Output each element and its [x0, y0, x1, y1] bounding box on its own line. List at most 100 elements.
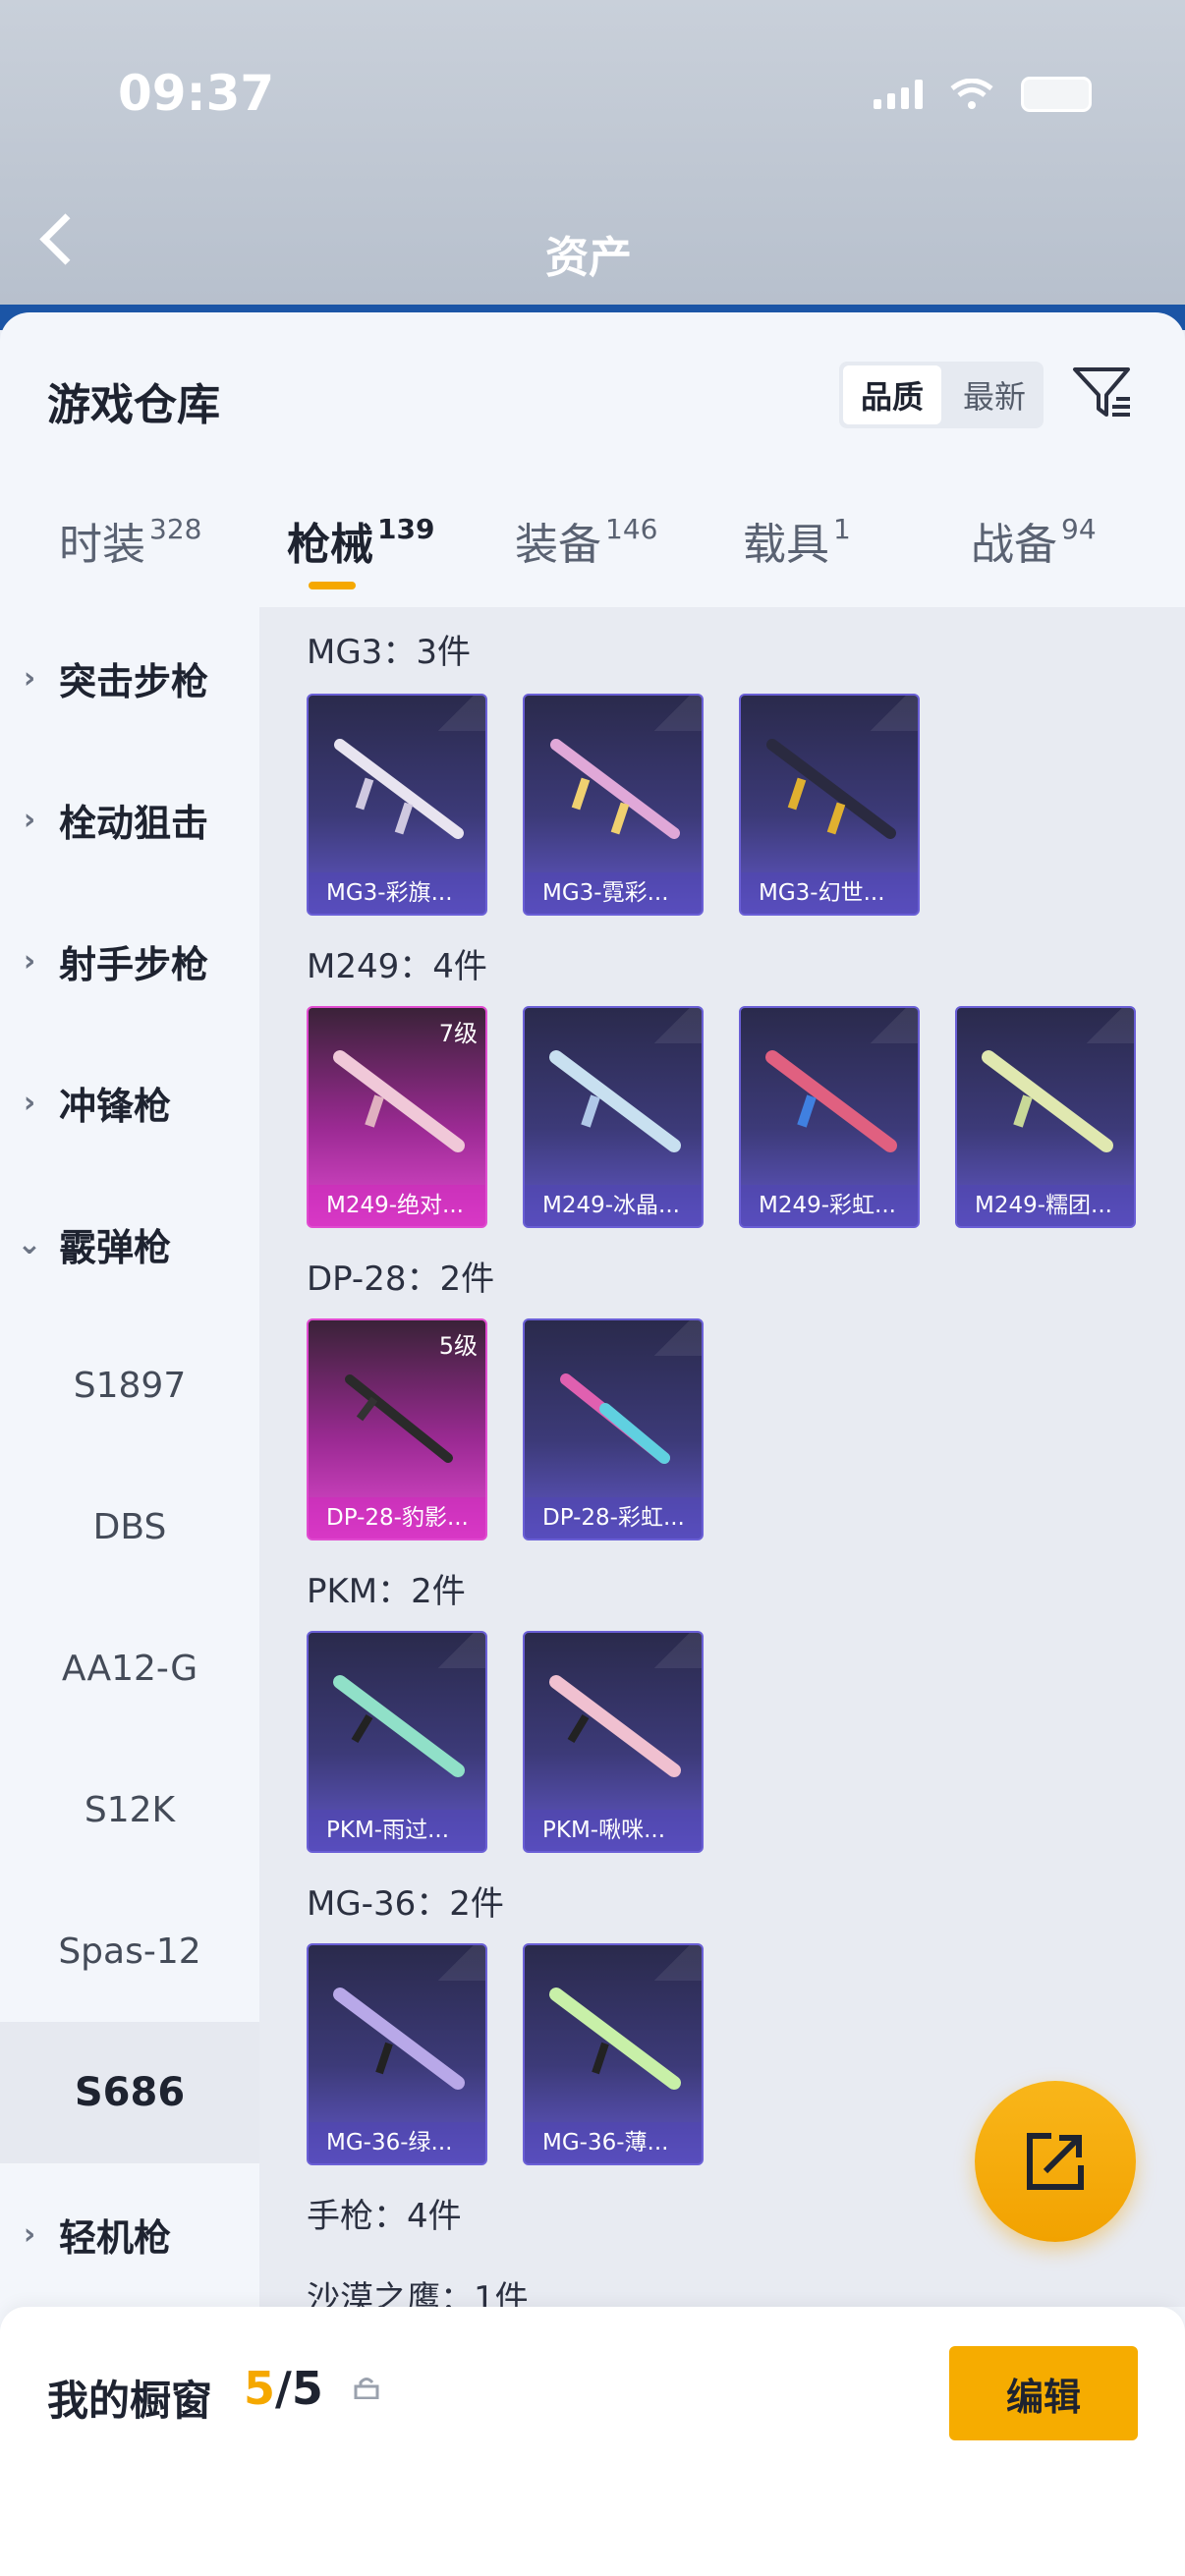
weapon-name: MG3-彩旗... — [309, 872, 485, 914]
group-label-m249: M249：4件 — [307, 947, 487, 986]
gun-icon — [550, 739, 680, 839]
gun-icon — [766, 739, 896, 839]
sidebar-subitem-s12k[interactable]: S12K — [0, 1739, 259, 1880]
weapon-name: MG-36-薄... — [525, 2122, 702, 2163]
sidebar-item-bolt-sniper[interactable]: › 栓动狙击 — [0, 749, 259, 890]
tab-guns[interactable]: 枪械 139 — [287, 509, 434, 572]
weapon-list: MG3：3件 MG3-彩旗... MG3-霓彩... MG3-幻世... M24… — [259, 607, 1185, 2307]
warehouse-title: 游戏仓库 — [47, 380, 220, 430]
group-label-mg3: MG3：3件 — [307, 633, 471, 672]
tab-count: 328 — [149, 513, 202, 545]
weapon-name: MG-36-绿... — [309, 2122, 485, 2163]
tab-vehicles[interactable]: 载具 1 — [743, 509, 851, 572]
weapon-card[interactable]: DP-28-彩虹... — [523, 1318, 704, 1540]
weapon-card[interactable]: M249-冰晶... — [523, 1006, 704, 1228]
sidebar-item-label: 轻机枪 — [59, 2215, 172, 2260]
weapon-card[interactable]: MG3-霓彩... — [523, 694, 704, 916]
status-icons — [874, 77, 1092, 112]
sidebar-item-assault-rifle[interactable]: › 突击步枪 — [0, 607, 259, 749]
tab-label: 载具 — [743, 520, 829, 570]
showcase-title: 我的橱窗 — [47, 2377, 213, 2425]
group-label-desert-eagle: 沙漠之鹰：1件 — [307, 2279, 529, 2307]
tab-label: 战备 — [971, 520, 1057, 570]
weapon-name: PKM-啾咪... — [525, 1810, 702, 1851]
chevron-right-icon: › — [23, 2216, 36, 2252]
sort-toggle: 品质 最新 — [839, 362, 1044, 428]
sidebar-subitem-s686[interactable]: S686 — [0, 2022, 259, 2163]
weapon-card[interactable]: PKM-啾咪... — [523, 1631, 704, 1853]
sort-quality-button[interactable]: 品质 — [843, 365, 941, 424]
gun-icon — [333, 1050, 465, 1152]
tab-supplies[interactable]: 战备 94 — [971, 509, 1097, 572]
active-tab-indicator — [309, 582, 356, 589]
sidebar-subitem-spas12[interactable]: Spas-12 — [0, 1880, 259, 2022]
sidebar-item-label: 栓动狙击 — [59, 801, 209, 845]
tab-label: 装备 — [515, 520, 601, 570]
sidebar-item-lmg[interactable]: › 轻机枪 — [0, 2163, 259, 2305]
gun-icon — [765, 1050, 897, 1152]
sidebar-subitem-aa12g[interactable]: AA12-G — [0, 1597, 259, 1739]
weapon-card[interactable]: MG-36-绿... — [307, 1943, 487, 2165]
showcase-total: /5 — [275, 2362, 323, 2415]
chevron-right-icon: › — [23, 1085, 36, 1120]
sidebar-item-smg[interactable]: › 冲锋枪 — [0, 1032, 259, 1173]
tab-count: 139 — [377, 513, 435, 545]
weapon-card[interactable]: MG3-彩旗... — [307, 694, 487, 916]
sidebar-item-label: 霰弹枪 — [59, 1225, 172, 1269]
weapon-card[interactable]: 5级 DP-28-豹影... — [307, 1318, 487, 1540]
sidebar-subitem-s1897[interactable]: S1897 — [0, 1315, 259, 1456]
battery-icon — [1021, 77, 1092, 112]
tab-label: 时装 — [59, 520, 145, 570]
gun-icon — [560, 1373, 670, 1464]
gun-icon — [345, 1374, 453, 1463]
share-button[interactable] — [975, 2081, 1136, 2242]
weapon-name: M249-彩虹... — [741, 1185, 918, 1226]
sidebar-item-marksman-rifle[interactable]: › 射手步枪 — [0, 890, 259, 1032]
edit-button[interactable]: 编辑 — [949, 2346, 1138, 2440]
gun-icon — [549, 1988, 681, 2090]
weapon-card[interactable]: 7级 M249-绝对... — [307, 1006, 487, 1228]
chevron-right-icon: › — [23, 660, 36, 696]
group-label-pkm: PKM：2件 — [307, 1572, 466, 1611]
sort-latest-button[interactable]: 最新 — [945, 362, 1044, 428]
gun-icon — [333, 1675, 465, 1777]
showcase-current: 5 — [244, 2362, 276, 2415]
group-label-dp28: DP-28：2件 — [307, 1260, 495, 1299]
weapon-card[interactable]: MG-36-薄... — [523, 1943, 704, 2165]
tab-count: 94 — [1061, 513, 1097, 545]
weapon-name: MG3-霓彩... — [525, 872, 702, 914]
weapon-card[interactable]: PKM-雨过... — [307, 1631, 487, 1853]
weapon-name: DP-28-彩虹... — [525, 1497, 702, 1539]
gun-icon — [333, 1988, 465, 2090]
filter-icon[interactable] — [1071, 362, 1134, 424]
group-label-mg36: MG-36：2件 — [307, 1884, 504, 1924]
gun-icon — [549, 1675, 681, 1777]
gun-icon — [549, 1050, 681, 1152]
sidebar-item-shotgun[interactable]: ⌄ 霰弹枪 — [0, 1173, 259, 1315]
weapon-name: MG3-幻世... — [741, 872, 918, 914]
status-time: 09:37 — [118, 65, 275, 122]
weapon-name: M249-绝对... — [309, 1185, 485, 1226]
tab-fashion[interactable]: 时装 328 — [59, 509, 201, 572]
tab-label: 枪械 — [287, 520, 373, 570]
chevron-right-icon: › — [23, 802, 36, 837]
weapon-name: DP-28-豹影... — [309, 1497, 485, 1539]
sidebar-item-label: 突击步枪 — [59, 659, 209, 703]
sidebar-item-label: 射手步枪 — [59, 942, 209, 986]
weapon-name: M249-冰晶... — [525, 1185, 702, 1226]
tab-count: 146 — [605, 513, 658, 545]
sidebar: › 突击步枪 › 栓动狙击 › 射手步枪 › 冲锋枪 ⌄ 霰弹枪 S1897 DBS AA… — [0, 607, 259, 2307]
export-icon — [1027, 2133, 1084, 2190]
sidebar-subitem-dbs[interactable]: DBS — [0, 1456, 259, 1597]
weapon-card[interactable]: MG3-幻世... — [739, 694, 920, 916]
weapon-card[interactable]: M249-糯团... — [955, 1006, 1136, 1228]
group-label-pistol: 手枪：4件 — [307, 2197, 462, 2236]
tab-equipment[interactable]: 装备 146 — [515, 509, 657, 572]
page-title: 资产 — [545, 233, 632, 283]
weapon-name: M249-糯团... — [957, 1185, 1134, 1226]
weapon-card[interactable]: M249-彩虹... — [739, 1006, 920, 1228]
wifi-icon — [950, 79, 993, 109]
sidebar-item-label: 冲锋枪 — [59, 1084, 172, 1128]
gun-icon — [334, 739, 464, 839]
weapon-name: PKM-雨过... — [309, 1810, 485, 1851]
